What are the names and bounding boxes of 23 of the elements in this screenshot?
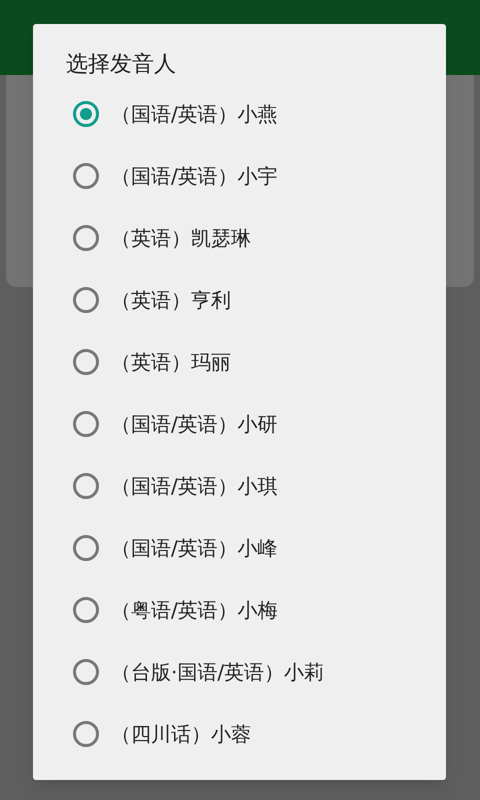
radio-option[interactable]: （英语）玛丽 xyxy=(33,331,446,393)
option-label: （四川话）小蓉 xyxy=(111,721,251,748)
option-label: （粤语/英语）小梅 xyxy=(111,597,278,624)
option-label: （国语/英语）小宇 xyxy=(111,163,278,190)
option-label: （国语/英语）小研 xyxy=(111,411,278,438)
option-label: （台版·国语/英语）小莉 xyxy=(111,659,324,686)
radio-option[interactable]: （国语/英语）小燕 xyxy=(33,83,446,145)
option-label: （英语）玛丽 xyxy=(111,349,231,376)
option-label: （英语）凯瑟琳 xyxy=(111,225,251,252)
radio-option[interactable]: （四川话）小蓉 xyxy=(33,703,446,765)
radio-option[interactable]: （英语）凯瑟琳 xyxy=(33,207,446,269)
option-label: （国语/英语）小琪 xyxy=(111,473,278,500)
radio-option[interactable]: （国语/英语）小研 xyxy=(33,393,446,455)
radio-option[interactable]: （国语/英语）小琪 xyxy=(33,455,446,517)
radio-option[interactable]: （台版·国语/英语）小莉 xyxy=(33,641,446,703)
option-label: （英语）亨利 xyxy=(111,287,231,314)
radio-option[interactable]: （粤语/英语）小梅 xyxy=(33,579,446,641)
radio-option[interactable]: （国语/英语）小峰 xyxy=(33,517,446,579)
radio-option[interactable]: （英语）亨利 xyxy=(33,269,446,331)
option-label: （国语/英语）小峰 xyxy=(111,535,278,562)
dialog-title: 选择发音人 xyxy=(66,51,176,79)
radio-option[interactable]: （国语/英语）小宇 xyxy=(33,145,446,207)
option-label: （国语/英语）小燕 xyxy=(111,101,278,128)
